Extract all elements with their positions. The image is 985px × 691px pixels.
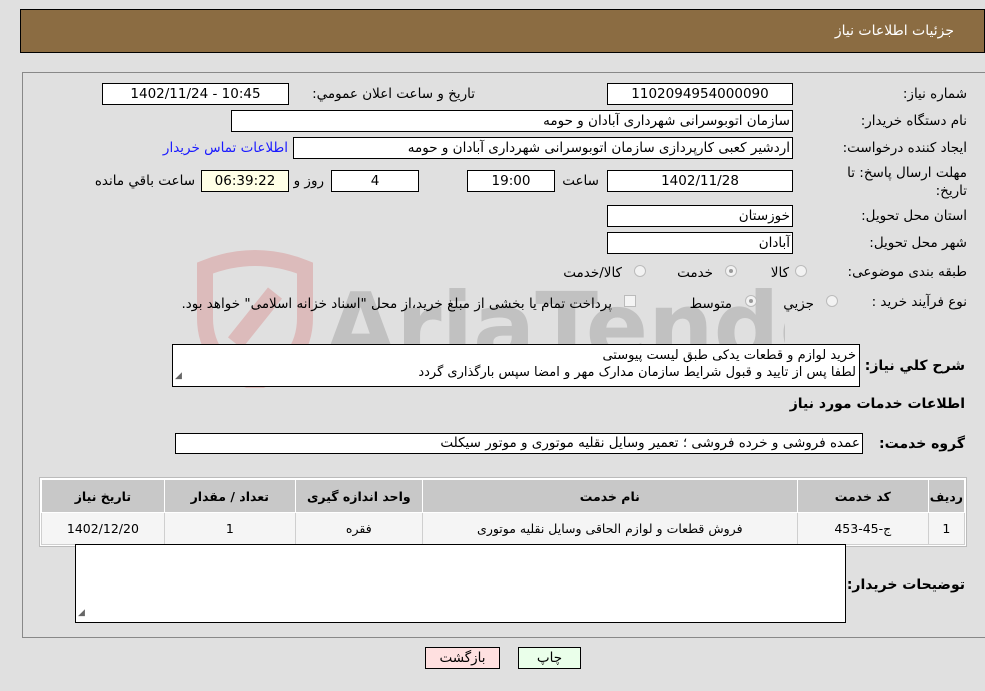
remaining-days-field: 4 xyxy=(331,170,419,192)
category-option-goods: کالا xyxy=(770,265,789,281)
process-option-minor: جزيي xyxy=(783,296,814,312)
cell-need-date: 1402/12/20 xyxy=(41,512,165,545)
need-number-label: شماره نیاز: xyxy=(902,86,967,102)
deadline-date-field: 1402/11/28 xyxy=(607,170,793,192)
cell-quantity: 1 xyxy=(163,512,296,545)
col-service-name: نام خدمت xyxy=(421,479,798,513)
city-field: آبادان xyxy=(607,232,793,254)
province-label: استان محل تحویل: xyxy=(861,208,967,224)
announce-datetime-field: 1402/11/24 - 10:45 xyxy=(102,83,289,105)
col-unit: واحد اندازه گیری xyxy=(294,479,423,513)
print-button[interactable]: چاپ xyxy=(518,647,581,669)
cell-unit: فقره xyxy=(294,512,423,545)
services-section-title: اطلاعات خدمات مورد نیاز xyxy=(789,396,965,412)
process-option-medium: متوسط xyxy=(689,296,732,312)
category-option-goods-service: کالا/خدمت xyxy=(563,265,622,281)
buyer-notes-textarea[interactable] xyxy=(75,544,846,623)
remaining-time-label: ساعت باقي مانده xyxy=(94,173,195,189)
description-label: شرح کلي نیاز: xyxy=(864,358,965,374)
process-radio-medium[interactable] xyxy=(745,295,757,307)
buyer-org-label: نام دستگاه خریدار: xyxy=(860,113,967,129)
requester-label: ایجاد کننده درخواست: xyxy=(842,140,967,156)
service-group-field: عمده فروشی و خرده فروشی ؛ تعمیر وسایل نق… xyxy=(175,433,863,454)
table-header-row: ردیف کد خدمت نام خدمت واحد اندازه گیری ت… xyxy=(41,479,966,513)
description-line-1: خرید لوازم و قطعات یدکی طبق لیست پیوستی xyxy=(602,348,856,363)
back-button[interactable]: بازگشت xyxy=(425,647,500,669)
notes-resize-grip-icon[interactable]: ◢ xyxy=(78,608,85,690)
treasury-bonds-label: پرداخت تمام یا بخشی از مبلغ خرید،از محل … xyxy=(181,296,612,312)
category-label: طبقه بندی موضوعی: xyxy=(847,264,967,280)
remaining-time-field: 06:39:22 xyxy=(201,170,289,192)
buyer-contact-link[interactable]: اطلاعات تماس خریدار xyxy=(163,140,288,156)
purchase-process-label: نوع فرآیند خرید : xyxy=(871,294,967,310)
cell-service-name: فروش قطعات و لوازم الحاقی وسایل نقلیه مو… xyxy=(421,512,798,545)
services-table-wrapper: ردیف کد خدمت نام خدمت واحد اندازه گیری ت… xyxy=(39,477,967,547)
col-row-number: ردیف xyxy=(927,479,966,513)
deadline-time-field: 19:00 xyxy=(467,170,555,192)
services-table: ردیف کد خدمت نام خدمت واحد اندازه گیری ت… xyxy=(41,479,966,545)
buyer-org-field: سازمان اتوبوسرانی شهرداری آبادان و حومه xyxy=(231,110,793,132)
city-label: شهر محل تحویل: xyxy=(869,235,967,251)
category-radio-goods-service[interactable] xyxy=(634,265,646,277)
page-title: جزئیات اطلاعات نیاز xyxy=(834,23,954,39)
category-option-service: خدمت xyxy=(677,265,713,281)
description-line-2: لطفا پس از تایید و قبول شرایط سازمان مدا… xyxy=(418,365,856,380)
category-radio-goods[interactable] xyxy=(795,265,807,277)
table-row: 1 ج-45-453 فروش قطعات و لوازم الحاقی وسا… xyxy=(41,512,966,545)
deadline-label: مهلت ارسال پاسخ: تا تاریخ: xyxy=(847,165,967,199)
deadline-time-label: ساعت xyxy=(562,173,599,189)
announce-datetime-label: تاريخ و ساعت اعلان عمومي: xyxy=(312,86,475,102)
treasury-bonds-checkbox[interactable] xyxy=(624,295,636,307)
page-header: جزئیات اطلاعات نیاز xyxy=(20,9,985,53)
process-radio-minor[interactable] xyxy=(826,295,838,307)
buyer-notes-label: توضیحات خریدار: xyxy=(846,577,965,593)
col-need-date: تاریخ نیاز xyxy=(41,479,165,513)
province-field: خوزستان xyxy=(607,205,793,227)
cell-service-code: ج-45-453 xyxy=(796,512,929,545)
col-quantity: تعداد / مقدار xyxy=(163,479,296,513)
cell-row-number: 1 xyxy=(927,512,966,545)
description-textarea[interactable]: خرید لوازم و قطعات یدکی طبق لیست پیوستی … xyxy=(172,344,860,387)
category-radio-service[interactable] xyxy=(725,265,737,277)
days-label: روز و xyxy=(293,173,324,189)
requester-field: اردشیر کعبی کارپردازی سازمان اتوبوسرانی … xyxy=(293,137,793,159)
need-number-field: 1102094954000090 xyxy=(607,83,793,105)
resize-grip-icon[interactable]: ◢ xyxy=(175,368,182,385)
service-group-label: گروه خدمت: xyxy=(879,436,965,452)
col-service-code: کد خدمت xyxy=(796,479,929,513)
